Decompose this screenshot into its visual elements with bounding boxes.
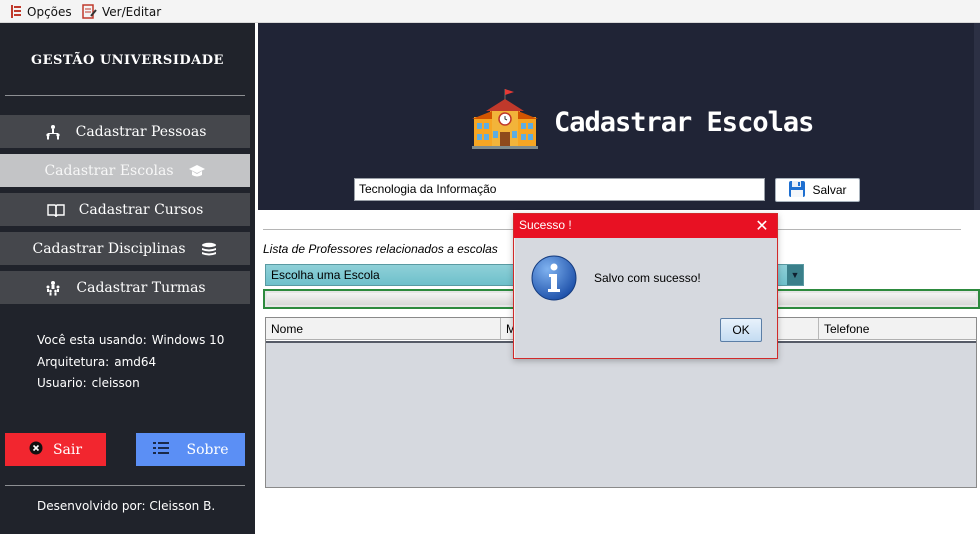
floppy-disk-icon xyxy=(788,180,806,201)
graduation-cap-icon xyxy=(188,163,206,179)
sysinfo-arch-key: Arquitetura: xyxy=(37,355,110,369)
sidebar-item-label: Cadastrar Turmas xyxy=(76,279,206,296)
app-brand: GESTÃO UNIVERSIDADE xyxy=(31,53,224,68)
dialog-body: Salvo com sucesso! OK xyxy=(515,238,777,358)
success-dialog: Sucesso ! ✕ Salvo com sucesso! OK xyxy=(513,213,778,359)
sidebar-footer-divider xyxy=(5,485,245,486)
save-button-label: Salvar xyxy=(812,183,847,197)
sidebar-item-turmas[interactable]: Cadastrar Turmas xyxy=(0,271,250,304)
sidebar-divider xyxy=(5,95,245,96)
options-icon xyxy=(10,4,22,19)
sidebar-item-label: Cadastrar Pessoas xyxy=(75,123,207,140)
page-title: Cadastrar Escolas xyxy=(554,107,814,138)
school-select-value: Escolha uma Escola xyxy=(271,268,380,282)
teacher-list-label: Lista de Professores relacionados a esco… xyxy=(263,242,498,256)
sidebar-item-disciplinas[interactable]: Cadastrar Disciplinas xyxy=(0,232,250,265)
dialog-title: Sucesso ! xyxy=(519,218,572,232)
sidebar-item-label: Cadastrar Disciplinas xyxy=(32,240,186,257)
menu-options-label: Opções xyxy=(27,4,72,19)
menu-view-edit[interactable]: Ver/Editar xyxy=(82,3,161,20)
app-window: Opções Ver/Editar GESTÃO UNIVERSIDADE Ca… xyxy=(0,0,980,534)
table-body[interactable] xyxy=(266,341,976,487)
people-icon xyxy=(44,124,62,140)
close-circle-icon xyxy=(29,441,43,459)
sidebar: GESTÃO UNIVERSIDADE Cadastrar Pessoas Ca… xyxy=(0,23,255,534)
column-header-name[interactable]: Nome xyxy=(266,318,501,339)
sysinfo-user-value: cleisson xyxy=(91,376,140,390)
edit-icon xyxy=(82,4,97,19)
sidebar-item-pessoas[interactable]: Cadastrar Pessoas xyxy=(0,115,250,148)
sysinfo-os-key: Você esta usando: xyxy=(37,333,147,347)
menu-options[interactable]: Opções xyxy=(10,3,72,20)
column-header-phone[interactable]: Telefone xyxy=(819,318,976,339)
exit-button[interactable]: Sair xyxy=(5,433,106,466)
list-icon xyxy=(152,441,169,459)
sysinfo-arch-value: amd64 xyxy=(114,355,157,369)
dialog-message: Salvo com sucesso! xyxy=(594,271,701,285)
info-icon xyxy=(531,255,577,301)
chevron-down-icon[interactable]: ▼ xyxy=(787,265,803,285)
save-button[interactable]: Salvar xyxy=(775,178,860,202)
sidebar-item-label: Cadastrar Escolas xyxy=(44,162,174,179)
menu-view-edit-label: Ver/Editar xyxy=(102,4,162,19)
dialog-titlebar: Sucesso ! ✕ xyxy=(514,214,777,238)
school-building-icon xyxy=(472,87,538,153)
sysinfo-os-value: Windows 10 xyxy=(151,333,225,347)
sysinfo-arch: Arquitetura: amd64 xyxy=(37,355,156,369)
sidebar-item-cursos[interactable]: Cadastrar Cursos xyxy=(0,193,250,226)
scrollbar[interactable] xyxy=(974,23,980,210)
about-button[interactable]: Sobre xyxy=(136,433,245,466)
sysinfo-user: Usuario: cleisson xyxy=(37,376,140,390)
school-name-input[interactable]: Tecnologia da Informação xyxy=(354,178,765,201)
sidebar-item-escolas[interactable]: Cadastrar Escolas xyxy=(0,154,250,187)
stack-icon xyxy=(200,241,218,257)
sidebar-item-label: Cadastrar Cursos xyxy=(78,201,204,218)
exit-button-label: Sair xyxy=(52,441,83,458)
form-header: Cadastrar Escolas Tecnologia da Informaç… xyxy=(258,23,980,210)
ok-button[interactable]: OK xyxy=(720,318,762,342)
close-icon[interactable]: ✕ xyxy=(747,214,777,238)
sysinfo-os: Você esta usando: Windows 10 xyxy=(37,333,224,347)
developer-credit: Desenvolvido por: Cleisson B. xyxy=(37,499,216,513)
about-button-label: Sobre xyxy=(186,441,229,458)
sysinfo-user-key: Usuario: xyxy=(37,376,87,390)
book-icon xyxy=(47,202,65,218)
menu-bar: Opções Ver/Editar xyxy=(0,0,980,23)
group-icon xyxy=(44,280,62,296)
